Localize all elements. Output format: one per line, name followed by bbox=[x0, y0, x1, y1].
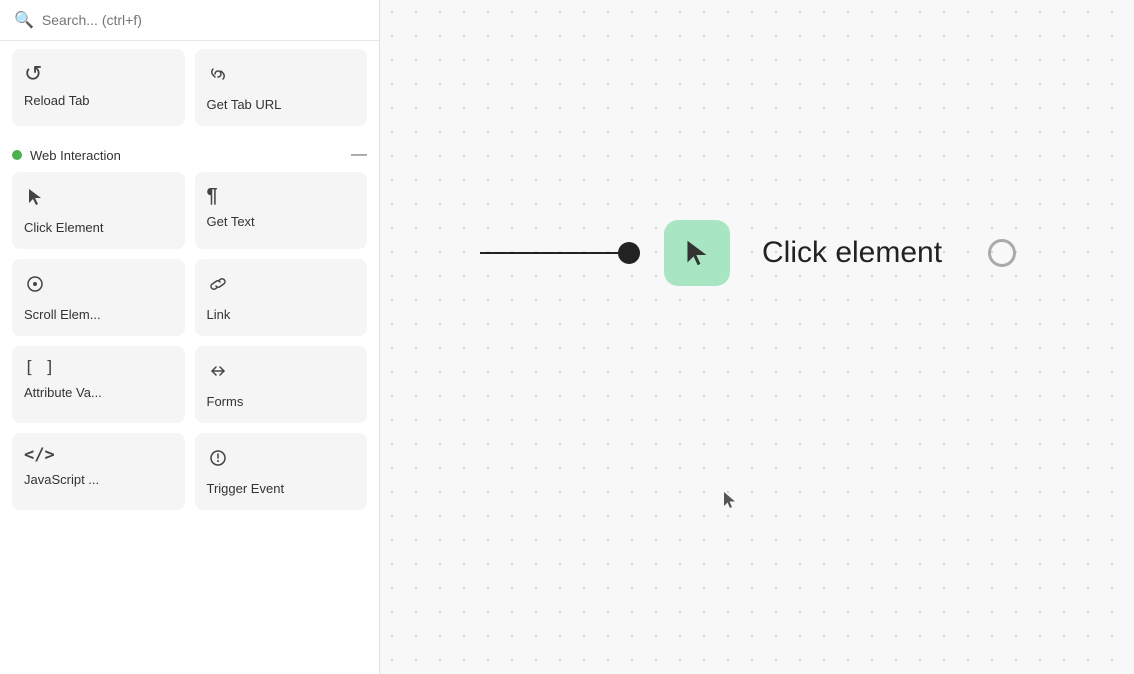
node-card-attribute-value[interactable]: [ ] Attribute Va... bbox=[12, 346, 185, 423]
canvas-area[interactable]: Click element bbox=[380, 0, 1134, 674]
canvas-node-label: Click element bbox=[762, 236, 942, 270]
node-card-link[interactable]: Link bbox=[195, 259, 368, 336]
web-interaction-grid: Click Element ¶ Get Text Scroll Elem... bbox=[12, 172, 367, 510]
link-icon bbox=[207, 273, 229, 299]
sidebar-content: ↺ Reload Tab Get Tab URL Web Interaction bbox=[0, 41, 379, 674]
get-tab-url-icon bbox=[207, 63, 229, 89]
search-icon: 🔍 bbox=[14, 10, 34, 30]
javascript-label: JavaScript ... bbox=[24, 472, 99, 487]
node-card-reload-tab[interactable]: ↺ Reload Tab bbox=[12, 49, 185, 126]
get-tab-url-label: Get Tab URL bbox=[207, 97, 282, 112]
connector-dot bbox=[618, 242, 640, 264]
attribute-value-icon: [ ] bbox=[24, 360, 55, 377]
forms-icon bbox=[207, 360, 229, 386]
connector-line-group bbox=[480, 242, 640, 264]
search-input[interactable] bbox=[42, 12, 365, 28]
link-label: Link bbox=[207, 307, 231, 322]
node-card-get-text[interactable]: ¶ Get Text bbox=[195, 172, 368, 249]
node-card-click-element[interactable]: Click Element bbox=[12, 172, 185, 249]
get-text-icon: ¶ bbox=[207, 186, 218, 206]
reload-tab-icon: ↺ bbox=[24, 63, 42, 85]
scroll-element-label: Scroll Elem... bbox=[24, 307, 101, 322]
section-header-left: Web Interaction bbox=[12, 148, 121, 163]
node-card-javascript[interactable]: </> JavaScript ... bbox=[12, 433, 185, 510]
javascript-icon: </> bbox=[24, 447, 55, 464]
sidebar: 🔍 ↺ Reload Tab Get Tab URL bbox=[0, 0, 380, 674]
section-collapse-button[interactable]: — bbox=[351, 146, 367, 164]
canvas-node-output-port[interactable] bbox=[988, 239, 1016, 267]
canvas-click-element-icon bbox=[682, 238, 712, 268]
get-text-label: Get Text bbox=[207, 214, 255, 229]
node-card-get-tab-url[interactable]: Get Tab URL bbox=[195, 49, 368, 126]
attribute-value-label: Attribute Va... bbox=[24, 385, 102, 400]
click-element-label: Click Element bbox=[24, 220, 103, 235]
click-element-icon bbox=[24, 186, 46, 212]
canvas-cursor-icon bbox=[720, 490, 740, 515]
reload-tab-label: Reload Tab bbox=[24, 93, 90, 108]
forms-label: Forms bbox=[207, 394, 244, 409]
search-bar: 🔍 bbox=[0, 0, 379, 41]
scroll-element-icon bbox=[24, 273, 46, 299]
connector-line bbox=[480, 252, 620, 254]
trigger-event-icon bbox=[207, 447, 229, 473]
canvas-node-group: Click element bbox=[480, 220, 1016, 286]
node-card-scroll-element[interactable]: Scroll Elem... bbox=[12, 259, 185, 336]
web-interaction-dot bbox=[12, 150, 22, 160]
node-card-forms[interactable]: Forms bbox=[195, 346, 368, 423]
top-items-row: ↺ Reload Tab Get Tab URL bbox=[12, 49, 367, 126]
node-card-trigger-event[interactable]: Trigger Event bbox=[195, 433, 368, 510]
web-interaction-title: Web Interaction bbox=[30, 148, 121, 163]
canvas-node-box[interactable] bbox=[664, 220, 730, 286]
trigger-event-label: Trigger Event bbox=[207, 481, 285, 496]
web-interaction-section-header: Web Interaction — bbox=[12, 136, 367, 172]
